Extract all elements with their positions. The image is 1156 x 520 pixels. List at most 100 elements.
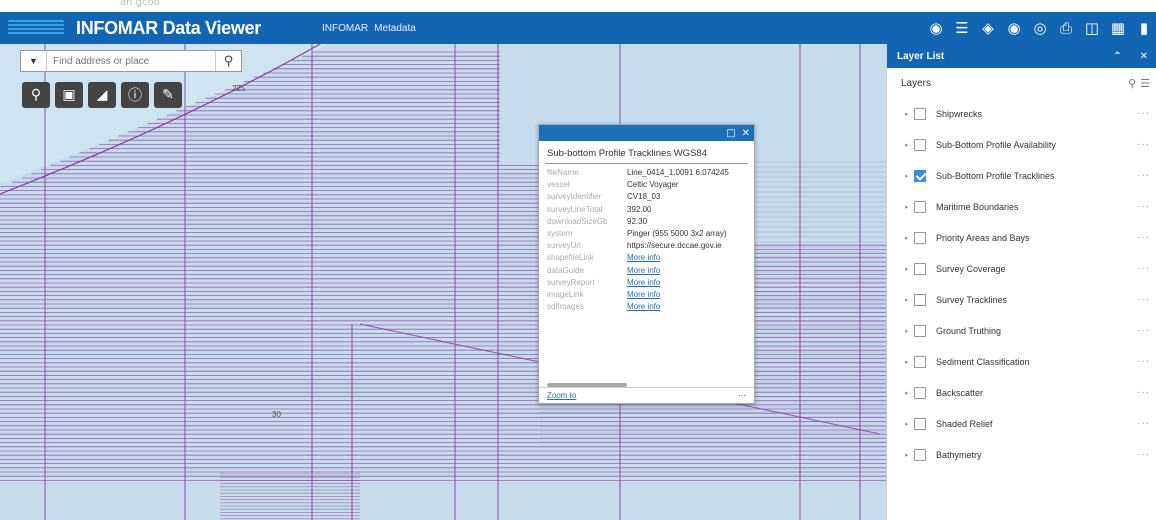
layer-checkbox[interactable] (914, 231, 926, 244)
layer-checkbox[interactable] (914, 386, 926, 399)
layer-menu-icon[interactable]: ··· (1137, 263, 1150, 274)
layer-name: Priority Areas and Bays (936, 232, 1030, 243)
layer-menu-icon[interactable]: ··· (1137, 108, 1150, 119)
layer-menu-icon[interactable]: ··· (1137, 449, 1150, 460)
layer-checkbox[interactable] (914, 448, 926, 461)
layer-checkbox[interactable] (914, 293, 926, 306)
layer-item[interactable]: ▸ Backscatter ··· (887, 377, 1156, 408)
stack-icon[interactable]: ◉ (1006, 20, 1022, 36)
expand-icon[interactable]: ▸ (905, 296, 911, 304)
info-icon[interactable]: ⓘ (121, 82, 149, 108)
map-view[interactable]: ▼ ⚲ ⚲ ▣ ◢ ⓘ ✎ 225 30 □ ✕ Sub-bottom Prof… (0, 44, 886, 520)
search-input[interactable] (47, 55, 215, 67)
popup-attribute-row: system Pinger (955 5000 3x2 array) (547, 229, 746, 241)
popup-attribute-row: downloadSizeGb 92.30 (547, 217, 746, 229)
header-link-infomar[interactable]: INFOMAR (322, 23, 368, 34)
layer-checkbox[interactable] (914, 355, 926, 368)
zoom-to-link[interactable]: Zoom to (547, 391, 576, 400)
expand-icon[interactable]: ▸ (905, 172, 911, 180)
layer-checkbox[interactable] (914, 200, 926, 213)
expand-icon[interactable]: ▸ (905, 420, 911, 428)
layers-icon[interactable]: ◈ (980, 20, 996, 36)
layer-menu-icon[interactable]: ··· (1137, 170, 1150, 181)
expand-icon[interactable]: ▸ (905, 203, 911, 211)
expand-icon[interactable]: ▸ (905, 389, 911, 397)
layer-menu-icon[interactable]: ··· (1137, 232, 1150, 243)
layer-checkbox[interactable] (914, 169, 926, 182)
layer-item[interactable]: ▸ Bathymetry ··· (887, 439, 1156, 470)
layer-menu-icon[interactable]: ··· (1137, 139, 1150, 150)
layer-menu-icon[interactable]: ··· (1137, 294, 1150, 305)
layer-menu-icon[interactable]: ··· (1137, 325, 1150, 336)
layer-checkbox[interactable] (914, 138, 926, 151)
expand-icon[interactable]: ▸ (905, 265, 911, 273)
popup-title: Sub-bottom Profile Tracklines WGS84 (545, 141, 748, 164)
basemap-icon[interactable]: ◉ (928, 20, 944, 36)
expand-icon[interactable]: ▸ (905, 110, 911, 118)
identify-icon[interactable]: ⚲ (22, 82, 50, 108)
layer-search-icon[interactable]: ⚲ (1128, 77, 1136, 90)
layer-name: Shipwrecks (936, 108, 983, 119)
attribute-key: surveyReport (547, 277, 595, 287)
layer-item[interactable]: ▸ Priority Areas and Bays ··· (887, 222, 1156, 253)
layer-options-icon[interactable]: ☰ (1140, 77, 1150, 90)
layer-checkbox[interactable] (914, 262, 926, 275)
popup-attribute-table: fileName Line_0414_1.0091 6.074245 vessel C… (539, 164, 754, 314)
attribute-value: Pinger (955 5000 3x2 array) (627, 228, 727, 238)
search-icon[interactable]: ⚲ (215, 51, 241, 71)
layer-list-panel: Layer List ⌃ ✕ Layers ⚲ ☰ ▸ Shipwrecks ···… (886, 44, 1156, 520)
layer-name: Ground Truthing (936, 325, 1002, 336)
layer-checkbox[interactable] (914, 324, 926, 337)
more-info-link[interactable]: More info (627, 302, 660, 314)
save-icon[interactable]: ◫ (1084, 20, 1100, 36)
elevation-icon[interactable]: ◢ (88, 82, 116, 108)
collapse-icon[interactable]: ⌃ (1113, 51, 1121, 62)
popup-attribute-row: dataGuide More info (547, 266, 746, 278)
expand-icon[interactable]: ▸ (905, 327, 911, 335)
layer-checkbox[interactable] (914, 107, 926, 120)
more-info-link[interactable]: More info (627, 290, 660, 302)
layer-item[interactable]: ▸ Shaded Relief ··· (887, 408, 1156, 439)
expand-icon[interactable]: ▸ (905, 451, 911, 459)
legend-icon[interactable]: ☰ (954, 20, 970, 36)
attribute-key: imageLink (547, 289, 584, 299)
layer-menu-icon[interactable]: ··· (1137, 201, 1150, 212)
draw-icon[interactable]: ✎ (154, 82, 182, 108)
layer-item[interactable]: ▸ Sediment Classification ··· (887, 346, 1156, 377)
popup-more-icon[interactable]: ··· (738, 391, 746, 400)
measure-icon[interactable]: ◎ (1032, 20, 1048, 36)
maximize-icon[interactable]: □ (726, 128, 735, 139)
more-icon[interactable]: ▮ (1136, 20, 1152, 36)
grid-icon[interactable]: ▦ (1110, 20, 1126, 36)
layer-item[interactable]: ▸ Shipwrecks ··· (887, 98, 1156, 129)
layer-item[interactable]: ▸ Sub-Bottom Profile Tracklines ··· (887, 160, 1156, 191)
attribute-key: shapefileLink (547, 253, 594, 263)
popup-header: □ ✕ (539, 125, 754, 141)
layer-menu-icon[interactable]: ··· (1137, 356, 1150, 367)
layer-checkbox[interactable] (914, 417, 926, 430)
layer-item[interactable]: ▸ Survey Tracklines ··· (887, 284, 1156, 315)
panel-close-icon[interactable]: ✕ (1140, 51, 1148, 62)
layer-menu-icon[interactable]: ··· (1137, 418, 1150, 429)
layer-name: Backscatter (936, 387, 984, 398)
layer-item[interactable]: ▸ Sub-Bottom Profile Availability ··· (887, 129, 1156, 160)
attribute-value: Celtic Voyager (627, 180, 679, 190)
panel-header: Layer List ⌃ ✕ (887, 44, 1156, 68)
extent-icon[interactable]: ▣ (55, 82, 83, 108)
more-info-link[interactable]: More info (627, 266, 660, 278)
expand-icon[interactable]: ▸ (905, 141, 911, 149)
more-info-link[interactable]: More info (627, 278, 660, 290)
header-link-metadata[interactable]: Metadata (374, 23, 416, 34)
close-icon[interactable]: ✕ (742, 128, 750, 139)
attribute-key: surveyUrl (547, 241, 581, 251)
layer-item[interactable]: ▸ Survey Coverage ··· (887, 253, 1156, 284)
layer-item[interactable]: ▸ Ground Truthing ··· (887, 315, 1156, 346)
layer-menu-icon[interactable]: ··· (1137, 387, 1150, 398)
print-icon[interactable]: ⎙ (1058, 20, 1074, 36)
expand-icon[interactable]: ▸ (905, 234, 911, 242)
expand-icon[interactable]: ▸ (905, 358, 911, 366)
feature-popup: □ ✕ Sub-bottom Profile Tracklines WGS84 … (538, 124, 755, 404)
search-source-dropdown[interactable]: ▼ (21, 51, 47, 71)
more-info-link[interactable]: More info (627, 253, 660, 265)
layer-item[interactable]: ▸ Maritime Boundaries ··· (887, 191, 1156, 222)
